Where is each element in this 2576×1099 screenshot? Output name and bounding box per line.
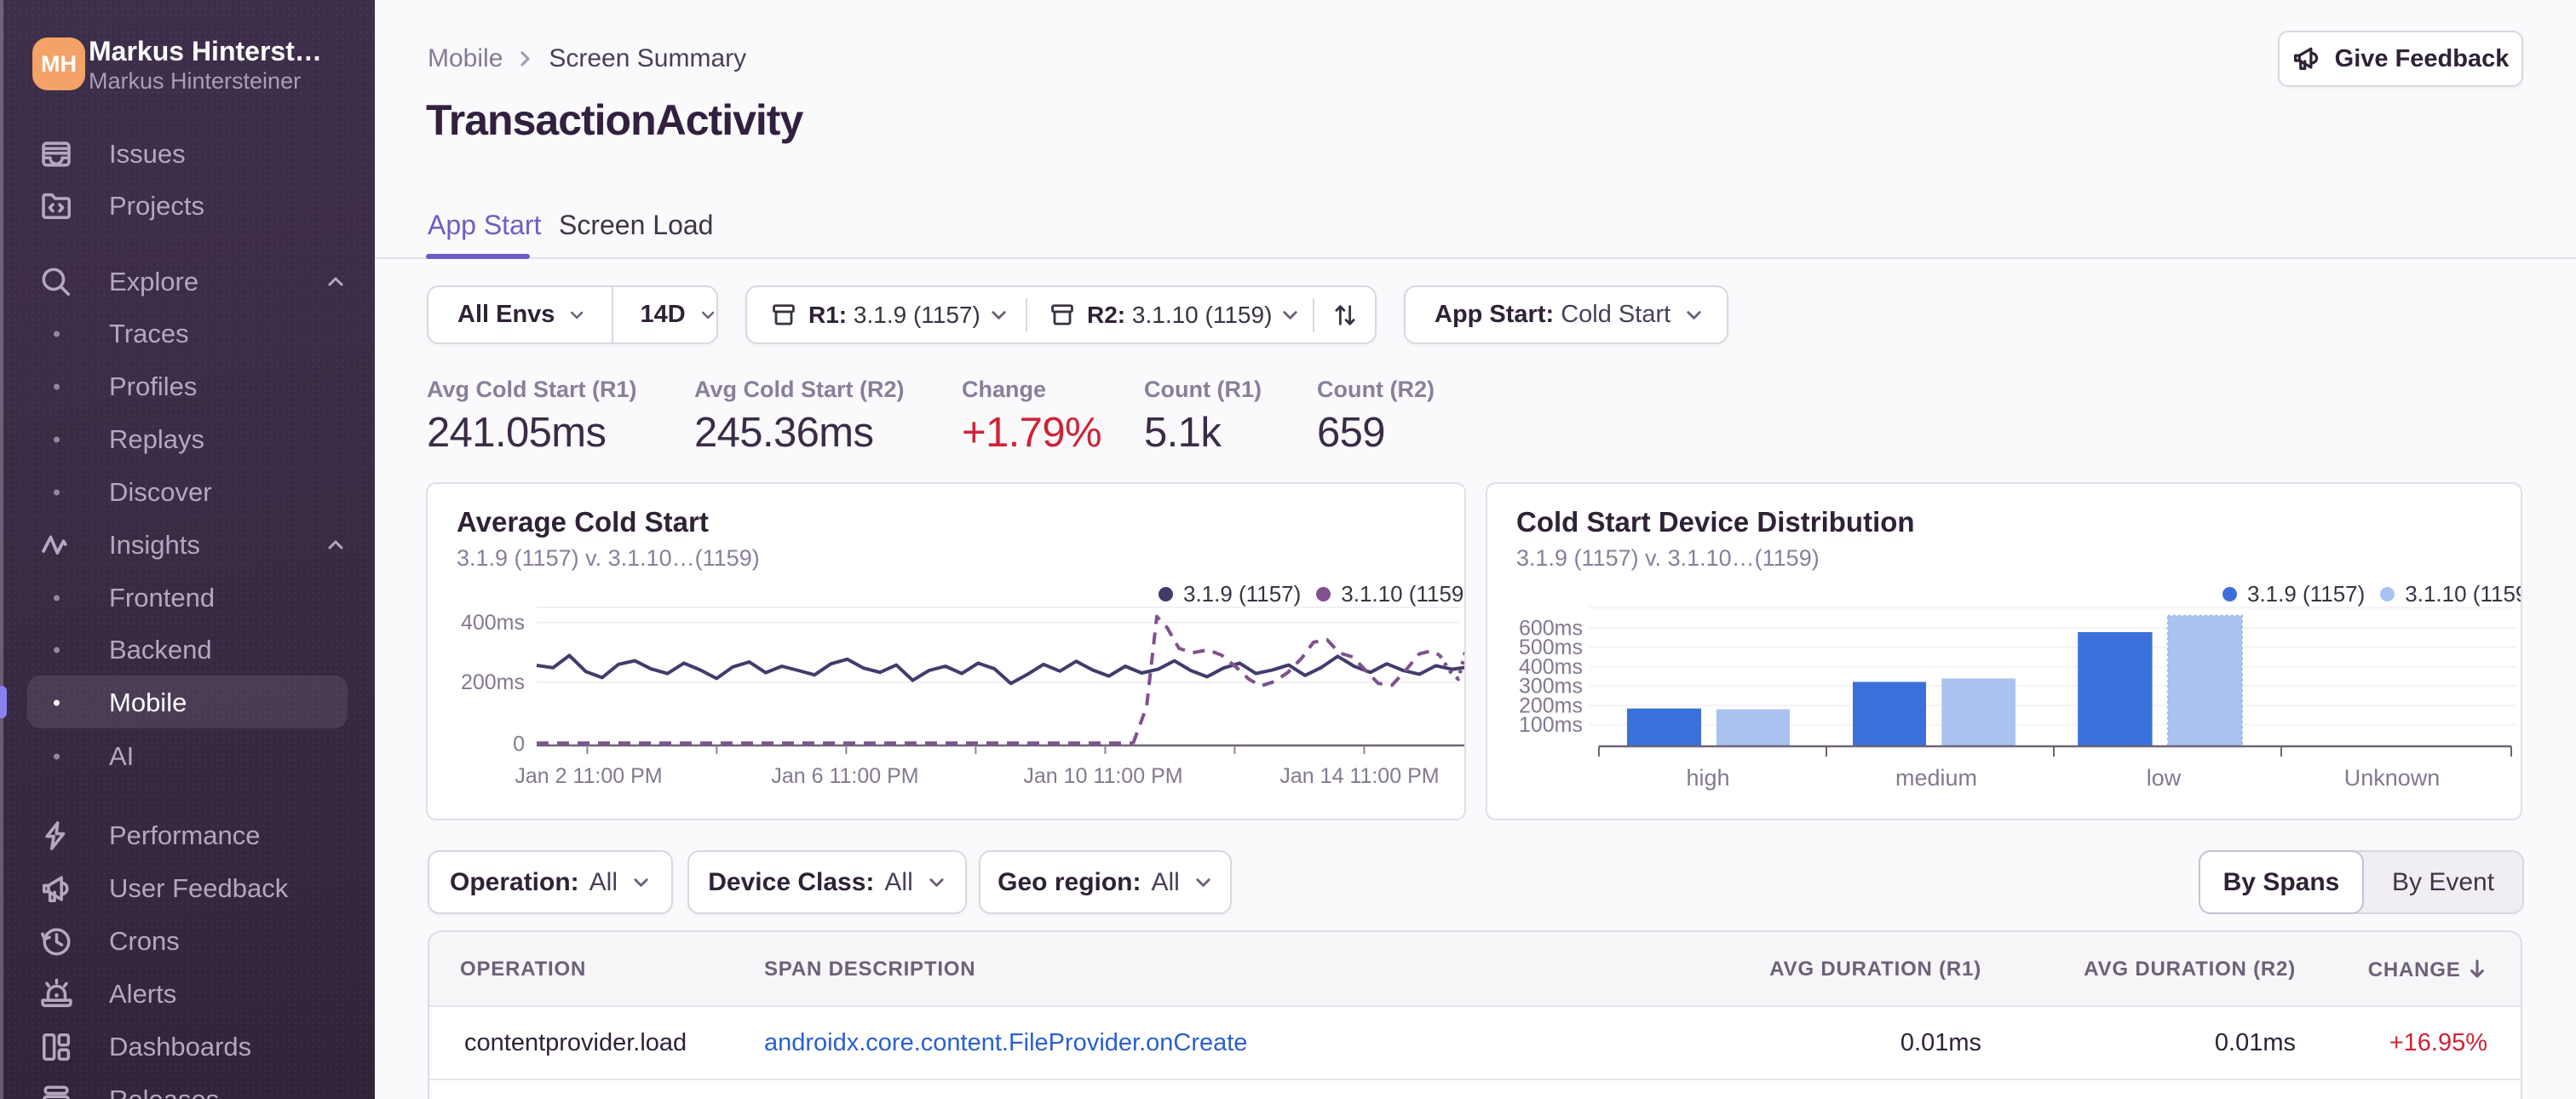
svg-text:high: high	[1686, 765, 1729, 791]
svg-text:medium: medium	[1895, 765, 1977, 791]
svg-text:Jan 2 11:00 PM: Jan 2 11:00 PM	[515, 764, 662, 788]
svg-text:Unknown: Unknown	[2344, 765, 2441, 791]
svg-text:Jan 6 11:00 PM: Jan 6 11:00 PM	[771, 764, 918, 788]
svg-text:Jan 10 11:00 PM: Jan 10 11:00 PM	[1023, 764, 1182, 788]
svg-text:400ms: 400ms	[461, 611, 525, 635]
svg-text:0: 0	[513, 732, 525, 756]
svg-text:Jan 14 11:00 PM: Jan 14 11:00 PM	[1279, 764, 1439, 788]
svg-text:100ms: 100ms	[1519, 713, 1583, 737]
svg-text:low: low	[2147, 765, 2182, 791]
svg-text:200ms: 200ms	[461, 670, 525, 694]
